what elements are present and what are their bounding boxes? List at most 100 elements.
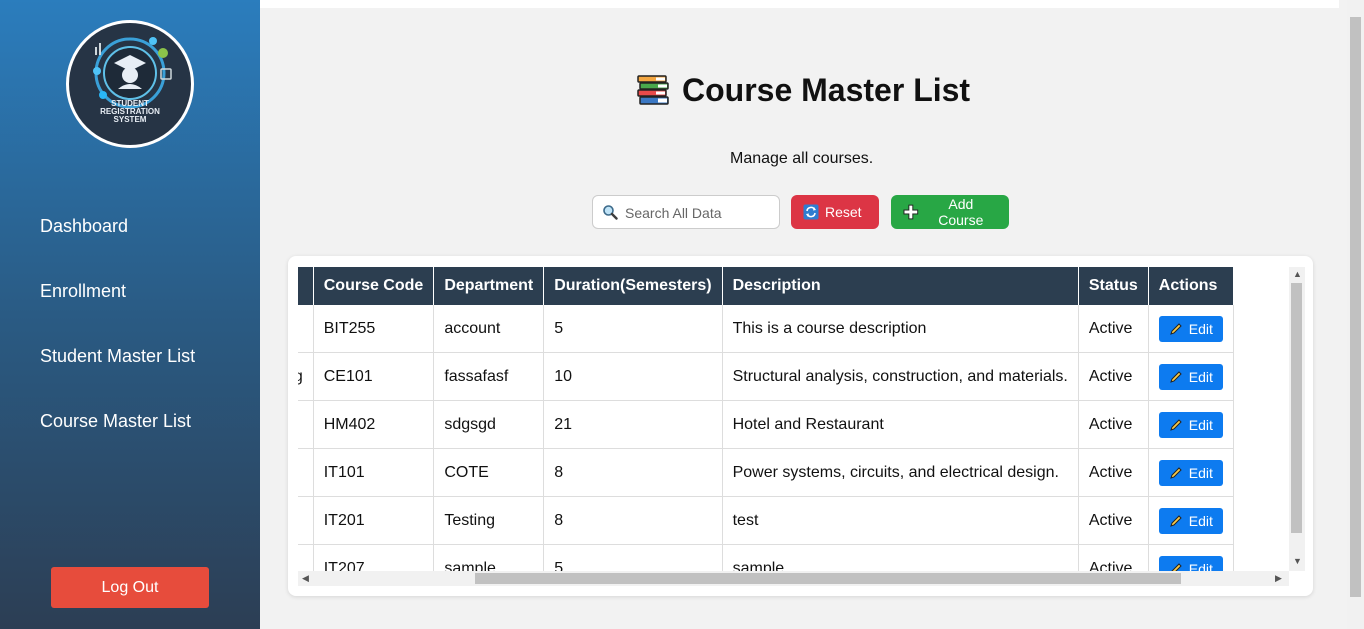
table-row: ngineering CE101 fassafasf 10 Structural… [298, 352, 1234, 401]
edit-button-label: Edit [1188, 320, 1213, 337]
cell-actions: Edit [1148, 400, 1234, 449]
add-course-button-label: Add Course [938, 196, 984, 228]
edit-button-label: Edit [1188, 368, 1213, 385]
cell-course-code: CE101 [313, 352, 435, 401]
cell-duration: 10 [543, 352, 723, 401]
page-subtitle: Manage all courses. [730, 150, 874, 167]
cell-description: sample [722, 544, 1079, 571]
pencil-icon [1169, 514, 1182, 527]
cell-duration: 5 [543, 305, 723, 353]
scroll-up-arrow-icon[interactable]: ▲ [1293, 269, 1302, 279]
cell-course-code: IT201 [313, 496, 435, 545]
sidebar-item-student-master-list[interactable]: Student Master List [40, 346, 195, 367]
cell-description: Power systems, circuits, and electrical … [722, 448, 1079, 497]
pencil-icon [1169, 370, 1182, 383]
cell-status: Active [1078, 352, 1149, 401]
pencil-icon [1169, 418, 1182, 431]
cell-status: Active [1078, 544, 1149, 571]
column-header-status[interactable]: Status [1078, 267, 1149, 305]
cell-name [298, 400, 314, 449]
table-row: IT207 sample 5 sample Active Edit [298, 544, 1234, 572]
table-horizontal-scroll-thumb[interactable] [475, 573, 1181, 584]
table-horizontal-scrollbar[interactable]: ◀ ▶ [298, 571, 1289, 586]
course-table-card: Course Code Department Duration(Semester… [288, 256, 1313, 596]
cell-department: Testing [433, 496, 545, 545]
page-title: Course Master List [636, 72, 970, 109]
page-title-text: Course Master List [682, 72, 971, 108]
cell-actions: Edit [1148, 352, 1234, 401]
search-box[interactable] [592, 195, 780, 230]
table-row: IT201 Testing 8 test Active Edit [298, 496, 1234, 545]
sidebar-item-enrollment[interactable]: Enrollment [40, 281, 126, 302]
table-viewport[interactable]: Course Code Department Duration(Semester… [298, 267, 1288, 571]
cell-duration: 8 [543, 448, 723, 497]
cell-department: account [433, 305, 545, 353]
pencil-icon [1169, 466, 1182, 479]
table-row: IT101 COTE 8 Power systems, circuits, an… [298, 448, 1234, 497]
cell-name [298, 496, 314, 545]
cell-name: ngineering [298, 352, 314, 401]
scroll-right-arrow-icon[interactable]: ▶ [1275, 573, 1282, 584]
plus-icon [903, 204, 919, 220]
sidebar: STUDENT REGISTRATION SYSTEM Dashboard En… [0, 0, 260, 629]
edit-button[interactable]: Edit [1158, 459, 1223, 486]
table-row: BIT255 account 5 This is a course descri… [298, 305, 1234, 353]
cell-duration: 5 [543, 544, 723, 571]
table-header-row: Course Code Department Duration(Semester… [298, 267, 1234, 305]
edit-button-label: Edit [1188, 560, 1213, 572]
sidebar-item-course-master-list[interactable]: Course Master List [40, 411, 191, 432]
pencil-icon [1171, 562, 1182, 571]
cell-name [298, 544, 314, 571]
edit-button-label: Edit [1188, 464, 1213, 481]
scroll-down-arrow-icon[interactable]: ▼ [1293, 556, 1302, 566]
cell-department: sdgsgd [433, 400, 545, 449]
cell-course-code: HM402 [313, 400, 435, 449]
books-icon [637, 74, 669, 105]
column-header-department[interactable]: Department [433, 267, 545, 305]
search-input[interactable] [623, 196, 777, 230]
logo: STUDENT REGISTRATION SYSTEM [66, 20, 194, 148]
course-table: Course Code Department Duration(Semester… [298, 267, 1234, 571]
edit-button[interactable]: Edit [1158, 363, 1223, 390]
page-scroll-thumb[interactable] [1350, 17, 1361, 597]
edit-button[interactable]: Edit [1158, 555, 1223, 572]
edit-button[interactable]: Edit [1158, 411, 1223, 438]
column-header-name[interactable] [298, 267, 314, 305]
cell-status: Active [1078, 305, 1149, 353]
cell-duration: 8 [543, 496, 723, 545]
logout-button[interactable]: Log Out [51, 567, 209, 608]
column-header-duration[interactable]: Duration(Semesters) [543, 267, 723, 305]
table-vertical-scroll-thumb[interactable] [1291, 283, 1302, 533]
page-scrollbar[interactable] [1347, 0, 1364, 629]
cell-course-code: IT207 [313, 544, 435, 571]
cell-actions: Edit [1148, 448, 1234, 497]
cell-description: Hotel and Restaurant [722, 400, 1079, 449]
scroll-left-arrow-icon[interactable]: ◀ [302, 573, 309, 584]
column-header-course-code[interactable]: Course Code [313, 267, 435, 305]
cell-department: fassafasf [433, 352, 545, 401]
cell-actions: Edit [1148, 496, 1234, 545]
cell-name [298, 448, 314, 497]
cell-course-code: BIT255 [313, 305, 435, 353]
table-vertical-scrollbar[interactable]: ▲ ▼ [1289, 267, 1305, 571]
pencil-icon [1169, 322, 1182, 335]
table-row: HM402 sdgsgd 21 Hotel and Restaurant Act… [298, 400, 1234, 449]
edit-button[interactable]: Edit [1158, 315, 1223, 342]
edit-button-label: Edit [1188, 512, 1213, 529]
add-course-button[interactable]: Add Course [891, 195, 1009, 229]
column-header-description[interactable]: Description [722, 267, 1079, 305]
cell-status: Active [1078, 400, 1149, 449]
sidebar-item-dashboard[interactable]: Dashboard [40, 216, 128, 237]
search-icon [603, 205, 618, 220]
edit-button-label: Edit [1188, 416, 1213, 433]
cell-department: sample [433, 544, 545, 571]
cell-actions: Edit [1148, 305, 1234, 353]
logo-text-3: SYSTEM [113, 115, 147, 124]
reset-button[interactable]: Reset [791, 195, 879, 229]
cell-status: Active [1078, 496, 1149, 545]
refresh-icon [803, 204, 819, 220]
cell-department: COTE [433, 448, 545, 497]
top-bar [260, 0, 1339, 8]
edit-button[interactable]: Edit [1158, 507, 1223, 534]
cell-description: This is a course description [722, 305, 1079, 353]
